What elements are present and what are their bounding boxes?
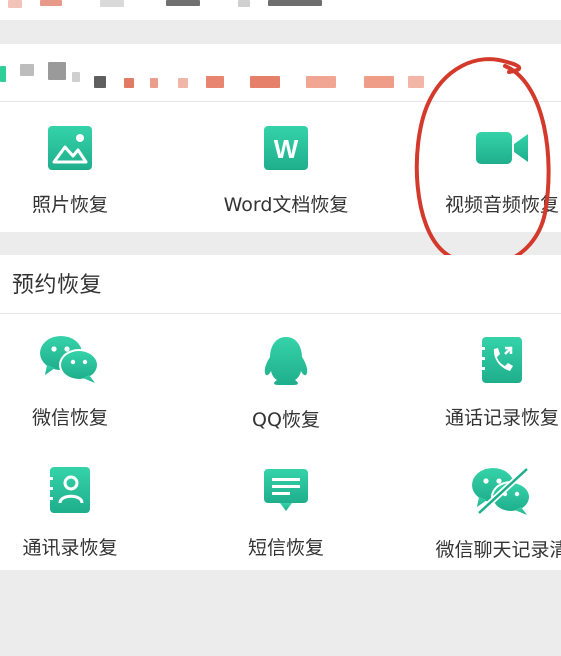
phone-book-icon bbox=[480, 337, 522, 383]
feature-label: Word文档恢复 bbox=[223, 194, 349, 216]
blurred-content bbox=[94, 76, 106, 88]
blurred-content bbox=[72, 72, 80, 82]
feature-call-log-recovery[interactable]: 通话记录恢复 bbox=[402, 335, 561, 430]
feature-label: 微信聊天记录清 bbox=[435, 539, 561, 561]
blurred-content bbox=[178, 78, 188, 88]
feature-video-audio-recovery[interactable]: 视频音频恢复 bbox=[402, 124, 561, 217]
blurred-content bbox=[250, 76, 280, 88]
feature-word-recovery[interactable]: W Word文档恢复 bbox=[186, 124, 386, 217]
feature-photo-recovery[interactable]: 照片恢复 bbox=[0, 124, 170, 217]
reservation-recovery-card: 预约恢复 微信恢复 QQ恢复 通话记录恢复 通讯录恢复 短信恢复 微信聊天记录清 bbox=[0, 255, 561, 570]
blurred-content bbox=[206, 76, 224, 88]
feature-label: 通话记录恢复 bbox=[444, 407, 559, 429]
qq-penguin-icon bbox=[264, 337, 308, 385]
feature-label: 照片恢复 bbox=[31, 194, 108, 216]
svg-text:W: W bbox=[274, 134, 299, 164]
word-doc-icon: W bbox=[264, 126, 308, 170]
blurred-content bbox=[408, 76, 424, 88]
blurred-content bbox=[238, 0, 250, 7]
blurred-content bbox=[20, 64, 34, 76]
feature-wechat-history-clear[interactable]: 微信聊天记录清 bbox=[402, 465, 561, 562]
sms-message-icon bbox=[264, 469, 308, 511]
divider bbox=[0, 313, 561, 314]
feature-label: 微信恢复 bbox=[31, 407, 108, 429]
feature-label: 短信恢复 bbox=[247, 537, 324, 559]
blurred-content bbox=[124, 78, 134, 88]
blurred-content bbox=[8, 0, 22, 8]
feature-label: QQ恢复 bbox=[252, 409, 320, 431]
blurred-content bbox=[150, 78, 158, 88]
feature-contacts-recovery[interactable]: 通讯录恢复 bbox=[0, 465, 170, 560]
wechat-icon bbox=[40, 336, 99, 383]
blurred-content bbox=[268, 0, 322, 6]
divider bbox=[0, 101, 561, 102]
blurred-content bbox=[166, 0, 200, 6]
top-strip bbox=[0, 0, 561, 20]
feature-sms-recovery[interactable]: 短信恢复 bbox=[186, 465, 386, 560]
blurred-content bbox=[0, 66, 6, 82]
blurred-content bbox=[40, 0, 62, 6]
contact-book-icon bbox=[48, 467, 90, 513]
blurred-content bbox=[306, 76, 336, 88]
feature-wechat-recovery[interactable]: 微信恢复 bbox=[0, 335, 170, 430]
blurred-content bbox=[100, 0, 124, 7]
feature-qq-recovery[interactable]: QQ恢复 bbox=[186, 335, 386, 432]
feature-label: 通讯录恢复 bbox=[22, 537, 118, 559]
wechat-clear-icon bbox=[472, 466, 531, 516]
blurred-content bbox=[48, 62, 66, 80]
quick-recovery-card: 照片恢复 W Word文档恢复 视频音频恢复 bbox=[0, 44, 561, 232]
section-title: 预约恢复 bbox=[12, 273, 103, 298]
image-icon bbox=[48, 126, 92, 170]
blurred-content bbox=[364, 76, 394, 88]
video-camera-icon bbox=[476, 132, 528, 164]
feature-label: 视频音频恢复 bbox=[444, 194, 559, 216]
